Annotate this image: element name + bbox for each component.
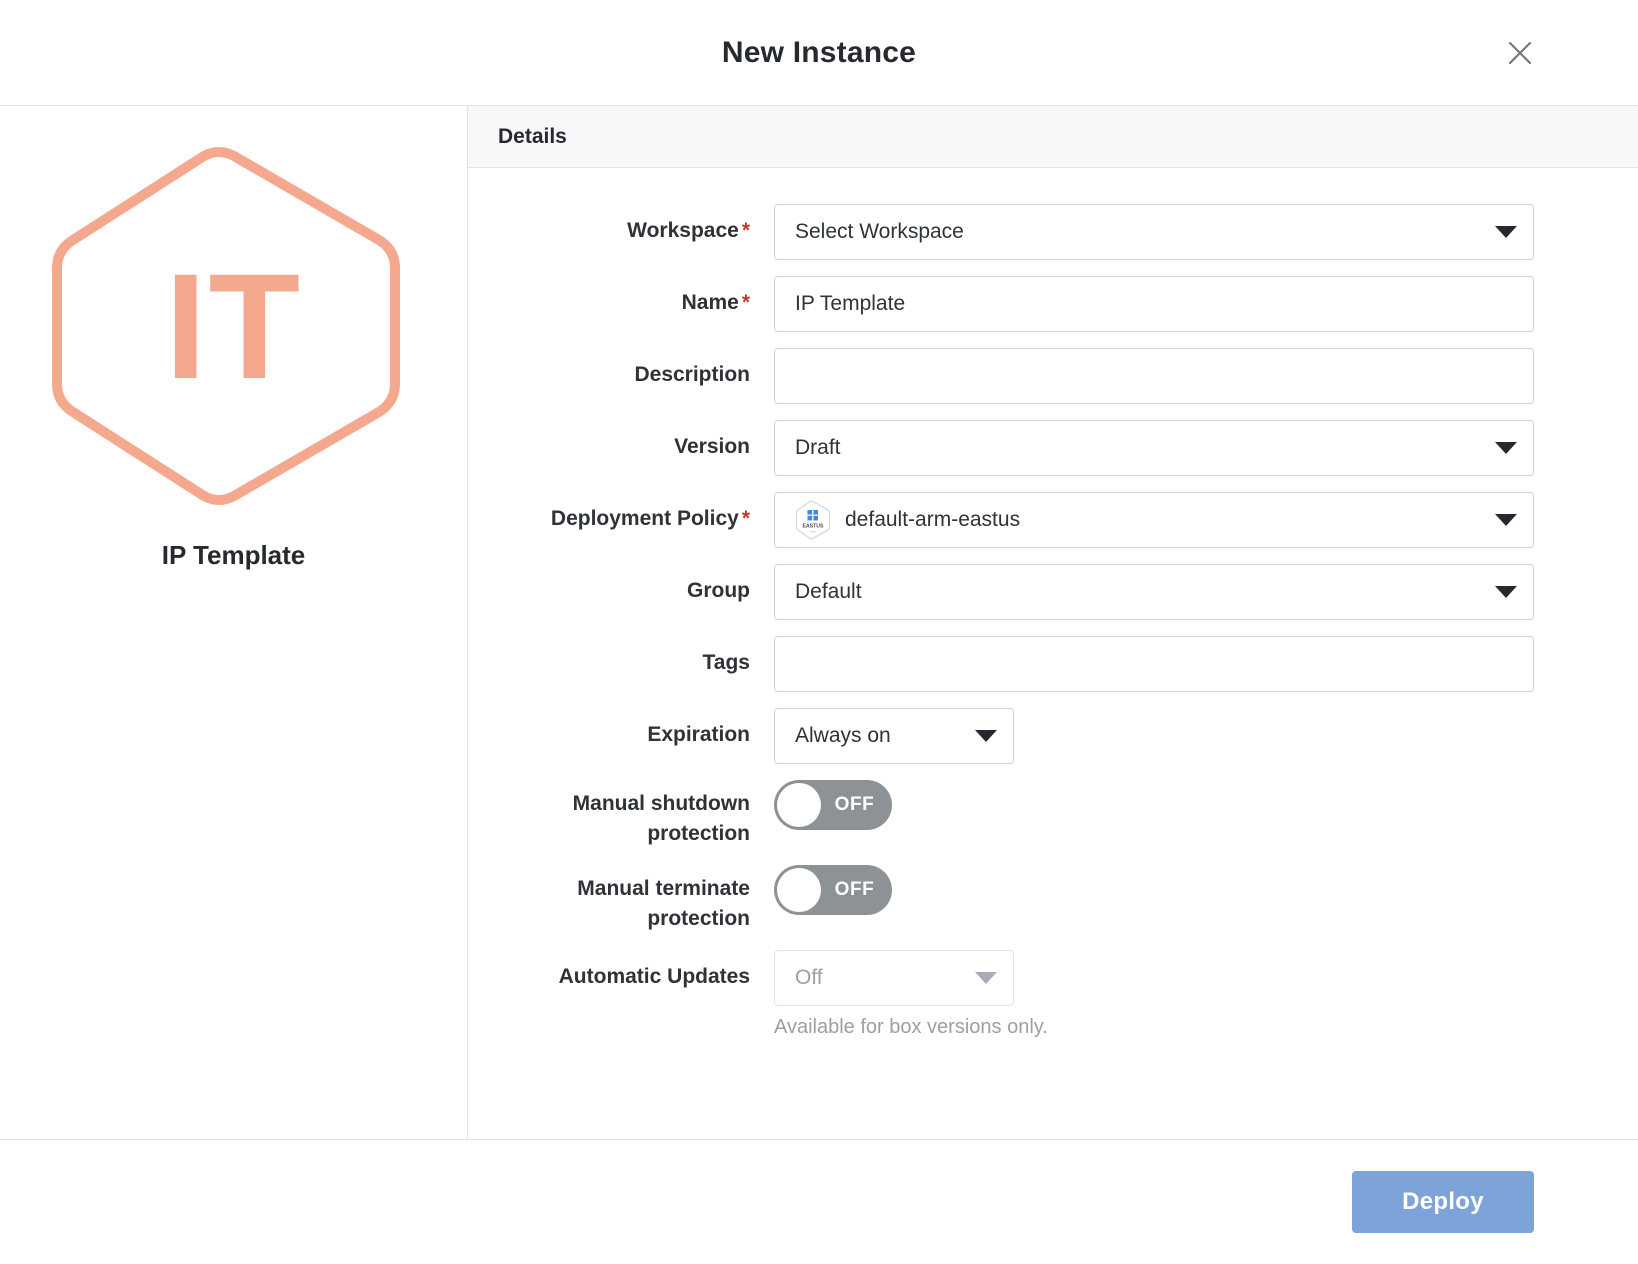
description-label-text: Description [634, 363, 750, 386]
toggle-knob [777, 783, 821, 827]
group-value: Default [795, 580, 862, 603]
svg-text:arm: arm [810, 529, 816, 533]
azure-eastus-region-icon: EASTUS arm [795, 500, 831, 540]
page-title: New Instance [721, 35, 917, 69]
automatic-updates-value: Off [795, 966, 823, 989]
chevron-down-icon [1495, 442, 1517, 454]
template-preview-pane: IT IP Template [0, 106, 468, 1139]
version-select[interactable]: Draft [774, 420, 1534, 476]
workspace-control: Select Workspace [774, 204, 1638, 260]
manual-terminate-protection-toggle[interactable]: OFF [774, 865, 892, 915]
expiration-control: Always on [774, 708, 1638, 764]
field-row-automatic-updates: Automatic Updates Off Available for box … [468, 950, 1638, 1039]
dialog-body: IT IP Template Details Workspace * Select… [0, 106, 1638, 1140]
new-instance-dialog: New Instance IT IP Template Details Work… [0, 0, 1638, 1264]
chevron-down-icon [1495, 226, 1517, 238]
chevron-down-icon [975, 972, 997, 984]
version-label: Version [498, 420, 774, 462]
deployment-policy-label-text: Deployment Policy [550, 507, 739, 530]
tags-control [774, 636, 1638, 692]
group-label: Group [498, 564, 774, 606]
field-row-workspace: Workspace * Select Workspace [468, 204, 1638, 260]
tags-input[interactable] [774, 636, 1534, 692]
name-required-asterisk: * [741, 291, 750, 314]
field-row-name: Name * IP Template [468, 276, 1638, 332]
toggle-knob [777, 868, 821, 912]
manual-terminate-protection-label-text: Manual terminate protection [577, 877, 750, 930]
manual-terminate-protection-label: Manual terminate protection [498, 865, 774, 934]
workspace-select[interactable]: Select Workspace [774, 204, 1534, 260]
expiration-label: Expiration [498, 708, 774, 750]
tags-label: Tags [498, 636, 774, 678]
chevron-down-icon [1495, 514, 1517, 526]
details-form-pane: Details Workspace * Select Workspace Nam… [468, 106, 1638, 1139]
workspace-label: Workspace * [498, 204, 774, 246]
name-control: IP Template [774, 276, 1638, 332]
name-label-text: Name [681, 291, 739, 314]
automatic-updates-help-text: Available for box versions only. [774, 1016, 1048, 1038]
chevron-down-icon [975, 730, 997, 742]
field-row-expiration: Expiration Always on [468, 708, 1638, 764]
field-row-deployment-policy: Deployment Policy * EASTUS arm default-a… [468, 492, 1638, 548]
field-row-group: Group Default [468, 564, 1638, 620]
field-row-manual-shutdown-protection: Manual shutdown protection OFF [468, 780, 1638, 849]
manual-shutdown-protection-state: OFF [834, 794, 875, 815]
chevron-down-icon [1495, 586, 1517, 598]
workspace-label-text: Workspace [627, 219, 739, 242]
deployment-policy-label: Deployment Policy * [498, 492, 774, 534]
expiration-label-text: Expiration [647, 723, 750, 746]
deploy-button[interactable]: Deploy [1352, 1171, 1534, 1233]
field-row-manual-terminate-protection: Manual terminate protection OFF [468, 865, 1638, 934]
dialog-header: New Instance [0, 0, 1638, 106]
automatic-updates-label-text: Automatic Updates [558, 965, 750, 988]
name-value: IP Template [795, 292, 906, 315]
automatic-updates-label: Automatic Updates [498, 950, 774, 992]
description-input[interactable] [774, 348, 1534, 404]
description-control [774, 348, 1638, 404]
manual-terminate-protection-state: OFF [834, 879, 875, 900]
group-label-text: Group [687, 579, 750, 602]
tags-label-text: Tags [702, 651, 750, 674]
template-name-label: IP Template [161, 540, 306, 570]
deployment-policy-control: EASTUS arm default-arm-eastus [774, 492, 1638, 548]
description-label: Description [498, 348, 774, 390]
name-label: Name * [498, 276, 774, 318]
group-select[interactable]: Default [774, 564, 1534, 620]
expiration-select[interactable]: Always on [774, 708, 1014, 764]
expiration-value: Always on [795, 724, 891, 747]
field-row-description: Description [468, 348, 1638, 404]
deployment-policy-value: default-arm-eastus [845, 508, 1021, 531]
version-label-text: Version [674, 435, 750, 458]
dialog-footer: Deploy [0, 1140, 1638, 1264]
template-initials: IT [164, 242, 303, 410]
details-form: Workspace * Select Workspace Name * IP T… [468, 168, 1638, 1139]
hexagon-template-icon: IT [49, 142, 419, 510]
version-value: Draft [795, 436, 841, 459]
manual-shutdown-protection-control: OFF [774, 780, 1638, 830]
deployment-policy-select[interactable]: EASTUS arm default-arm-eastus [774, 492, 1534, 548]
field-row-tags: Tags [468, 636, 1638, 692]
automatic-updates-control: Off Available for box versions only. [774, 950, 1638, 1039]
name-input[interactable]: IP Template [774, 276, 1534, 332]
details-section-header: Details [468, 106, 1638, 168]
group-control: Default [774, 564, 1638, 620]
manual-shutdown-protection-label: Manual shutdown protection [498, 780, 774, 849]
version-control: Draft [774, 420, 1638, 476]
automatic-updates-select[interactable]: Off [774, 950, 1014, 1006]
workspace-required-asterisk: * [741, 219, 750, 242]
close-icon[interactable] [1502, 35, 1538, 71]
workspace-value: Select Workspace [795, 220, 964, 243]
deployment-policy-required-asterisk: * [741, 507, 750, 530]
manual-shutdown-protection-toggle[interactable]: OFF [774, 780, 892, 830]
manual-shutdown-protection-label-text: Manual shutdown protection [572, 792, 750, 845]
manual-terminate-protection-control: OFF [774, 865, 1638, 915]
field-row-version: Version Draft [468, 420, 1638, 476]
